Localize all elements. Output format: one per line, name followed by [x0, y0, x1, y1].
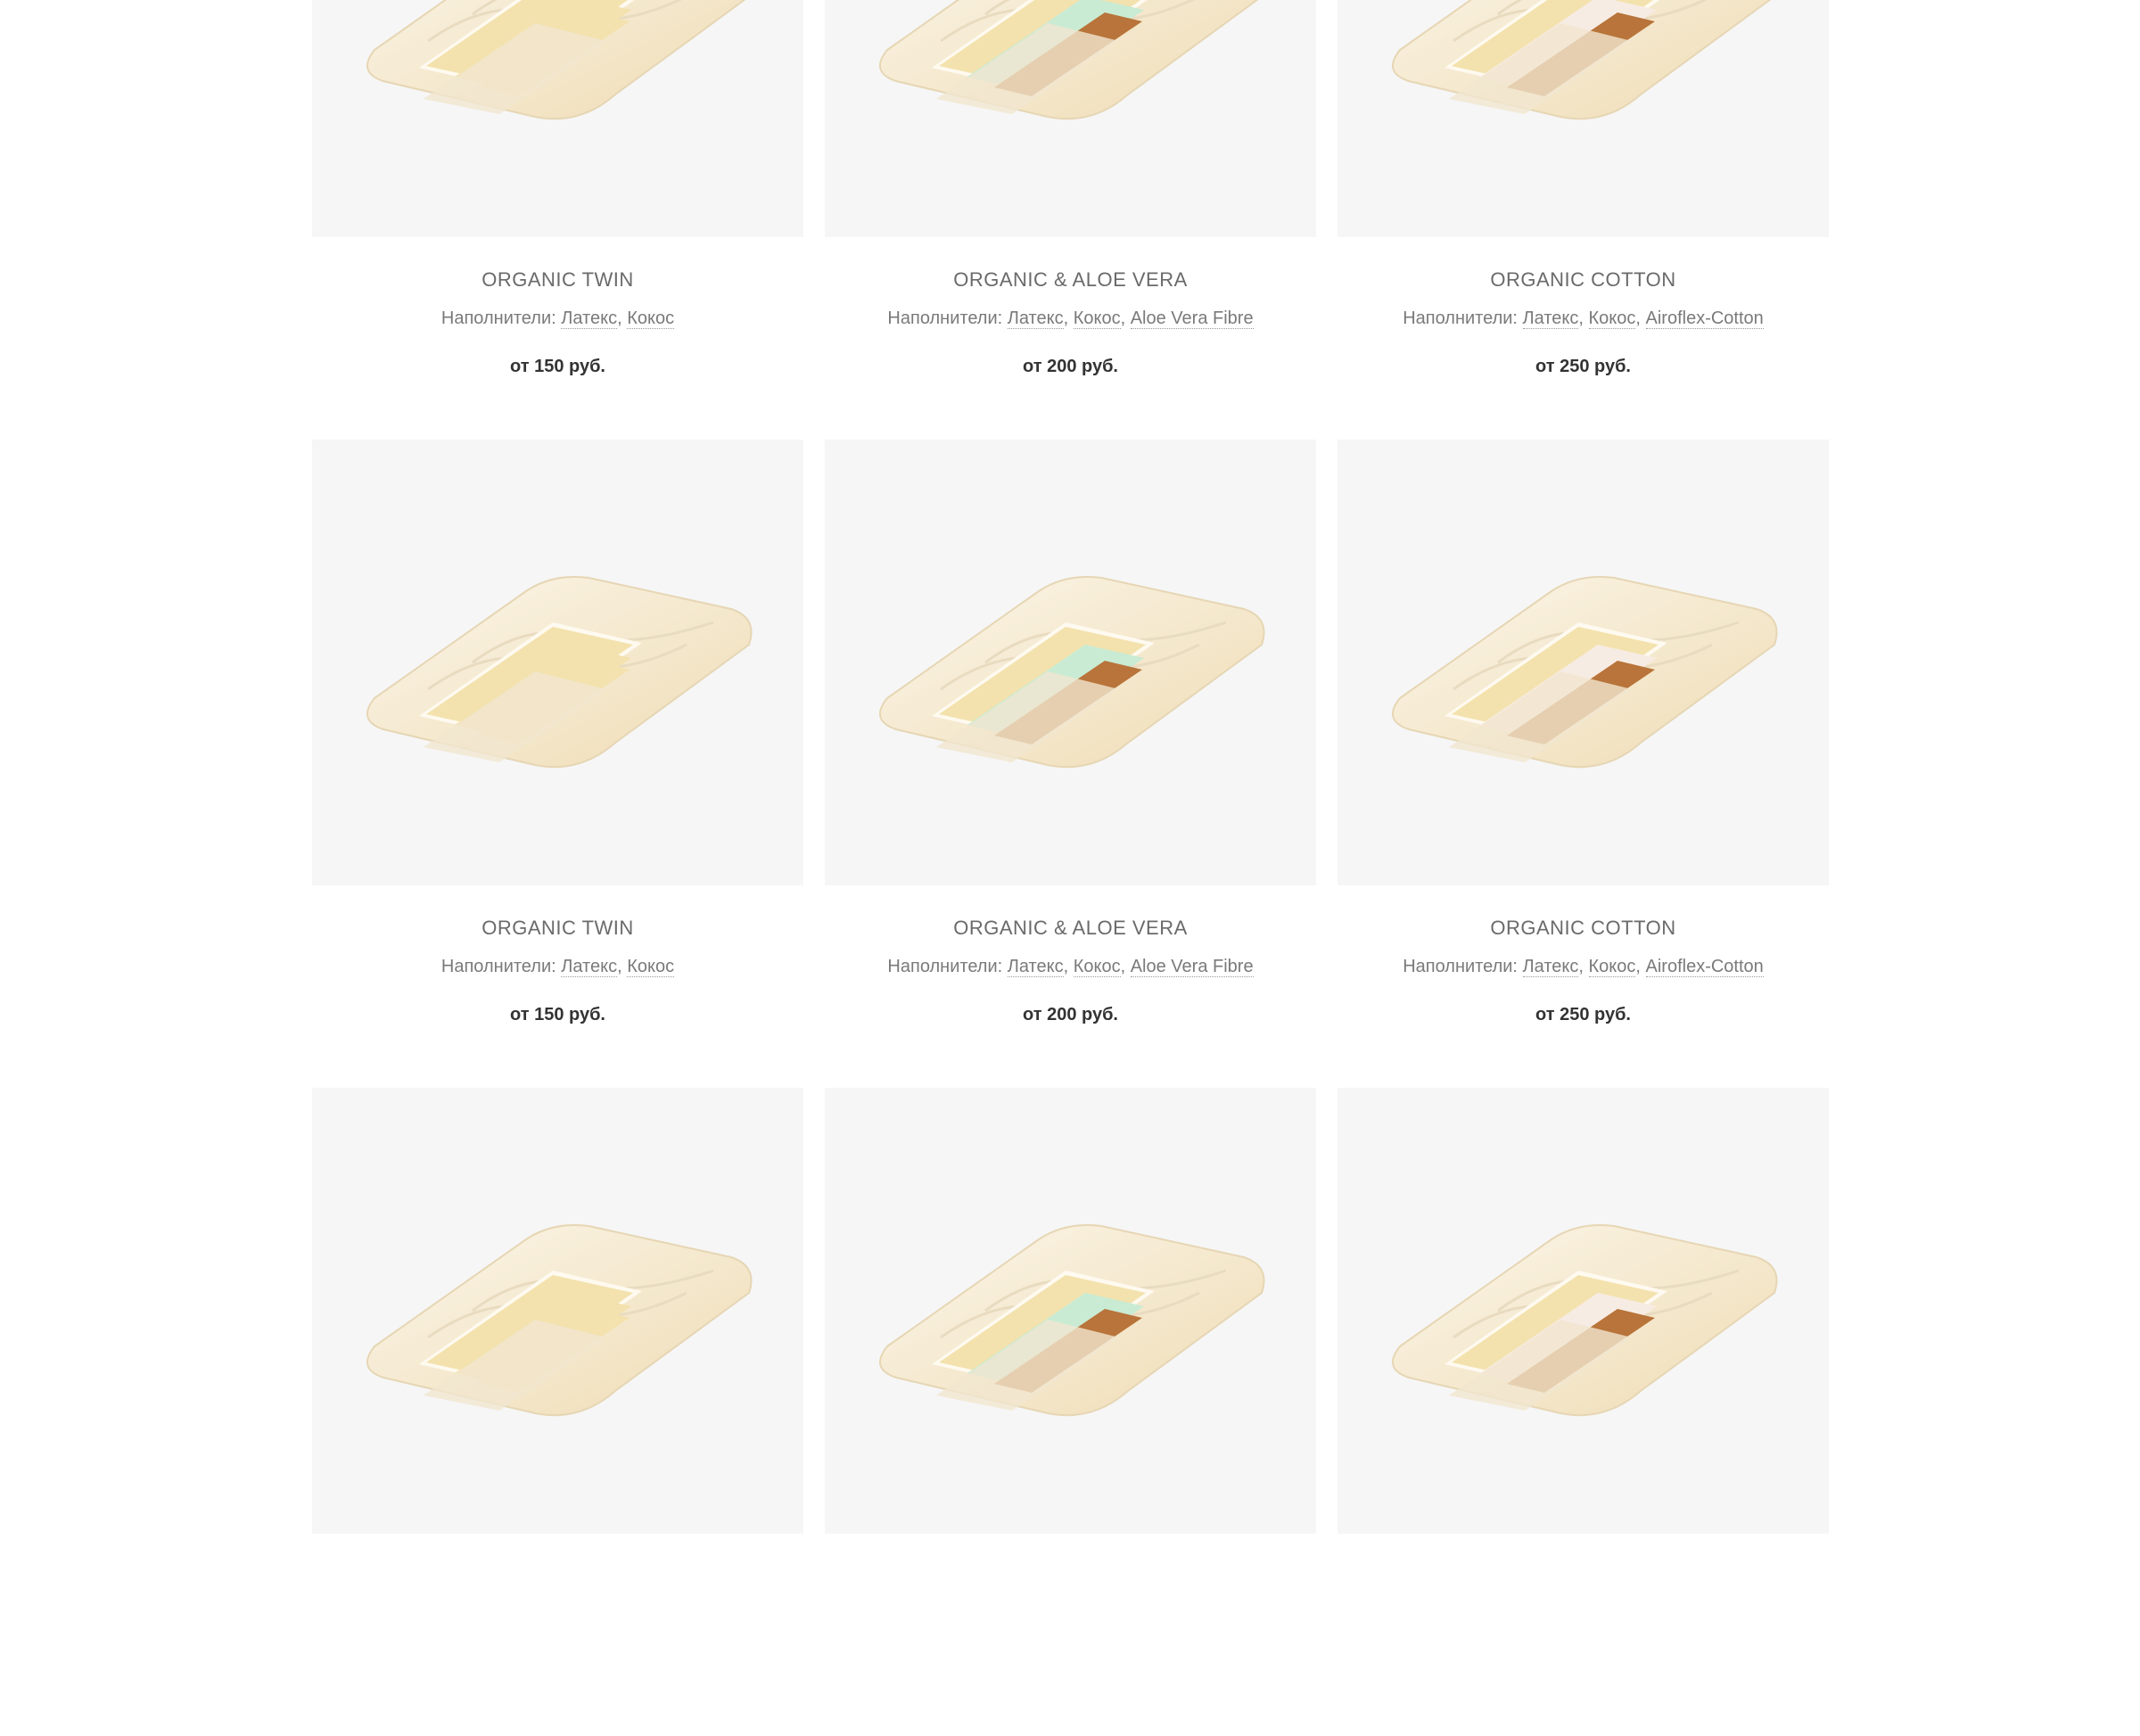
product-price: от 200 руб.: [1023, 357, 1118, 376]
filler-link[interactable]: Латекс: [561, 309, 618, 329]
product-card[interactable]: ORGANIC COTTON Наполнители: Латекс, Кокос…: [1338, 440, 1829, 1088]
filler-link[interactable]: Латекс: [561, 957, 618, 977]
product-title[interactable]: ORGANIC & ALOE VERA: [825, 268, 1316, 292]
product-card[interactable]: ORGANIC & ALOE VERA Наполнители: Латекс, …: [825, 440, 1316, 1088]
product-image[interactable]: [312, 440, 803, 885]
product-card[interactable]: [825, 1088, 1316, 1736]
product-fillers: Наполнители: Латекс, Кокос, Airoflex-Cot…: [1403, 309, 1764, 329]
product-image[interactable]: [1338, 1088, 1829, 1534]
filler-link[interactable]: Латекс: [1007, 309, 1064, 329]
product-card[interactable]: [1338, 1088, 1829, 1736]
product-grid: ORGANIC TWIN Наполнители: Латекс, Кокос от…: [312, 0, 1830, 1736]
filler-link[interactable]: Латекс: [1522, 309, 1579, 329]
fillers-label: Наполнители:: [1403, 957, 1518, 976]
product-title[interactable]: ORGANIC & ALOE VERA: [825, 917, 1316, 940]
product-price: от 250 руб.: [1535, 1005, 1631, 1024]
product-title[interactable]: ORGANIC TWIN: [312, 268, 803, 292]
product-title[interactable]: ORGANIC COTTON: [1338, 268, 1829, 292]
filler-link[interactable]: Кокос: [1588, 957, 1636, 977]
filler-link[interactable]: Aloe Vera Fibre: [1130, 957, 1254, 977]
product-card[interactable]: ORGANIC TWIN Наполнители: Латекс, Кокос от…: [312, 440, 803, 1088]
fillers-label: Наполнители:: [440, 957, 556, 976]
filler-link[interactable]: Латекс: [1522, 957, 1579, 977]
product-image[interactable]: [1338, 0, 1829, 237]
filler-link[interactable]: Кокос: [627, 309, 675, 329]
mattress-image: [1392, 1224, 1778, 1417]
product-image[interactable]: [1338, 440, 1829, 885]
filler-link[interactable]: Airoflex-Cotton: [1645, 309, 1764, 329]
mattress-image: [1392, 0, 1772, 120]
product-fillers: Наполнители: Латекс, Кокос, Aloe Vera Fi…: [887, 309, 1254, 329]
product-price: от 150 руб.: [510, 1005, 605, 1024]
mattress-image: [1392, 576, 1778, 769]
product-price: от 250 руб.: [1535, 357, 1631, 376]
filler-link[interactable]: Кокос: [627, 957, 675, 977]
product-image[interactable]: [825, 440, 1316, 885]
filler-link[interactable]: Airoflex-Cotton: [1645, 957, 1764, 977]
filler-link[interactable]: Латекс: [1007, 957, 1064, 977]
product-fillers: Наполнители: Латекс, Кокос, Airoflex-Cot…: [1403, 957, 1764, 977]
product-card[interactable]: ORGANIC COTTON Наполнители: Латекс, Кокос…: [1338, 0, 1829, 440]
product-card[interactable]: ORGANIC TWIN Наполнители: Латекс, Кокос от…: [312, 0, 803, 440]
mattress-image: [366, 576, 753, 769]
fillers-label: Наполнители:: [887, 309, 1003, 328]
product-image[interactable]: [312, 1088, 803, 1534]
product-price: от 150 руб.: [510, 357, 605, 376]
mattress-image: [879, 1224, 1265, 1417]
product-card[interactable]: ORGANIC & ALOE VERA Наполнители: Латекс, …: [825, 0, 1316, 440]
product-price: от 200 руб.: [1023, 1005, 1118, 1024]
product-image[interactable]: [825, 1088, 1316, 1534]
filler-link[interactable]: Кокос: [1073, 957, 1121, 977]
product-image[interactable]: [825, 0, 1316, 237]
product-fillers: Наполнители: Латекс, Кокос: [440, 957, 675, 977]
filler-link[interactable]: Кокос: [1073, 309, 1121, 329]
product-fillers: Наполнители: Латекс, Кокос, Aloe Vera Fi…: [887, 957, 1254, 977]
mattress-image: [366, 0, 746, 120]
filler-link[interactable]: Aloe Vera Fibre: [1130, 309, 1254, 329]
fillers-label: Наполнители:: [1403, 309, 1518, 328]
mattress-image: [366, 1224, 753, 1417]
product-title[interactable]: ORGANIC COTTON: [1338, 917, 1829, 940]
product-card[interactable]: [312, 1088, 803, 1736]
mattress-image: [879, 576, 1265, 769]
fillers-label: Наполнители:: [887, 957, 1003, 976]
fillers-label: Наполнители:: [440, 309, 556, 328]
product-title[interactable]: ORGANIC TWIN: [312, 917, 803, 940]
mattress-image: [879, 0, 1259, 120]
product-fillers: Наполнители: Латекс, Кокос: [440, 309, 675, 329]
product-image[interactable]: [312, 0, 803, 237]
filler-link[interactable]: Кокос: [1588, 309, 1636, 329]
